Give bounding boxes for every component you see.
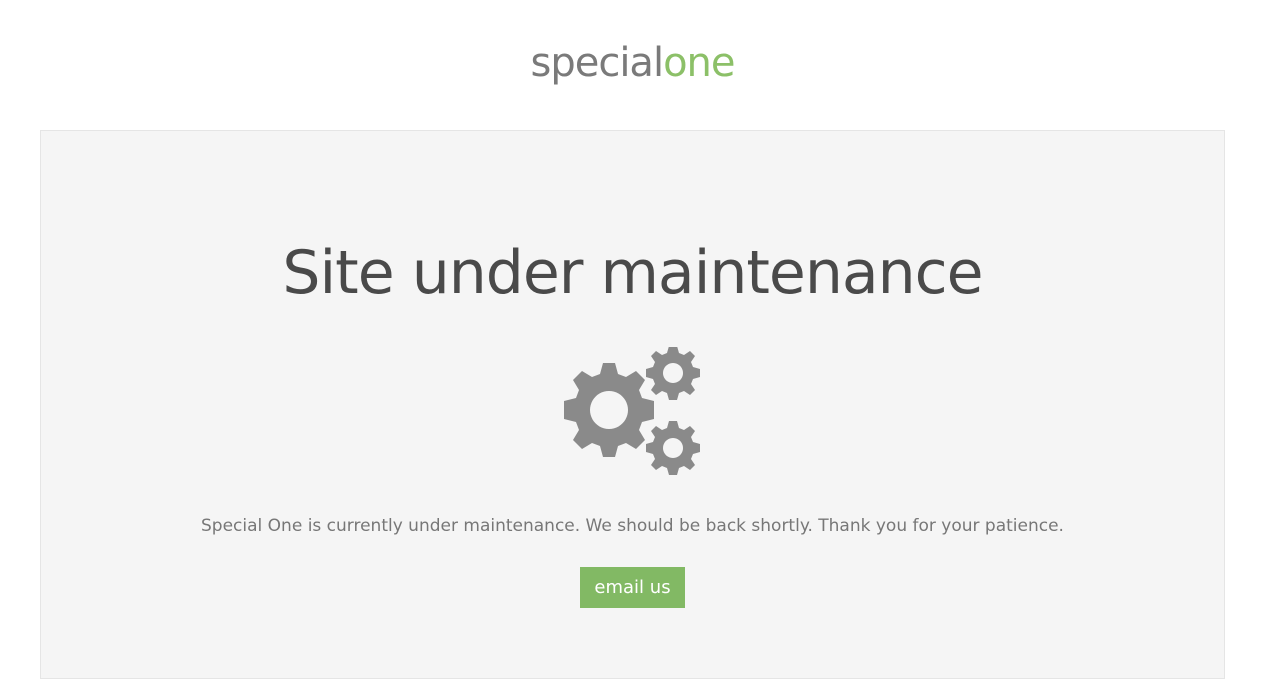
maintenance-panel: Site under maintenance Special One is cu… (40, 130, 1225, 679)
page-title: Site under maintenance (282, 238, 983, 308)
site-logo[interactable]: specialone (0, 38, 1265, 88)
gears-icon (564, 347, 700, 475)
logo-text-special: special (530, 40, 664, 86)
logo-text-one: one (663, 40, 735, 86)
email-us-button[interactable]: email us (580, 567, 685, 608)
maintenance-message: Special One is currently under maintenan… (201, 516, 1064, 536)
